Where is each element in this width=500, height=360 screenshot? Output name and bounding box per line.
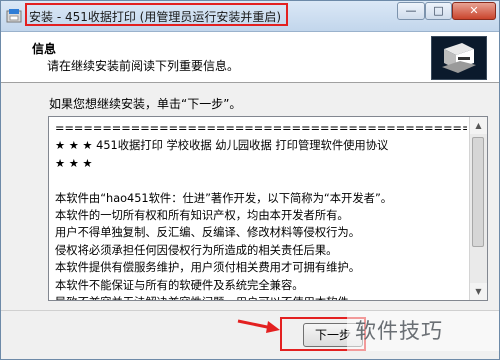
maximize-button[interactable]: □ <box>425 2 452 20</box>
license-text: ========================================… <box>55 120 467 300</box>
intro-text: 如果您想继续安装，单击“下一步”。 <box>49 97 242 111</box>
scroll-thumb[interactable] <box>472 137 484 247</box>
installer-window: 安装 - 451收据打印 (用管理员运行安装并重启) — □ ✕ 信息 请在继续… <box>0 0 500 360</box>
license-line: 侵权将必须承担任何因侵权行为所造成的相关责任后果。 <box>55 243 338 257</box>
license-line: 本软件提供有偿服务维护，用户须付相关费用才可拥有维护。 <box>55 261 361 275</box>
license-line: 本软件由“hao451软件：仕进”著作开发，以下简称为“本开发者”。 <box>55 191 393 205</box>
license-line: ========================================… <box>55 122 467 135</box>
scroll-down-icon[interactable]: ▼ <box>470 283 487 300</box>
title-bar[interactable]: 安装 - 451收据打印 (用管理员运行安装并重启) — □ ✕ <box>1 1 499 32</box>
page-title: 信息 <box>32 42 57 56</box>
close-button[interactable]: ✕ <box>452 2 496 20</box>
license-line <box>55 172 467 189</box>
scroll-up-icon[interactable]: ▲ <box>470 117 487 134</box>
printer-logo-icon <box>431 36 487 80</box>
license-line: 导致不兼容并无法解决兼容性问题，用户可以不使用本软件。 <box>55 294 467 300</box>
license-scrollbar[interactable]: ▲ ▼ <box>469 117 487 300</box>
watermark-text: 软件技巧 <box>347 311 499 351</box>
title-highlight-box <box>25 3 288 26</box>
license-line: 本软件不能保证与所有的软硬件及系统完全兼容。 <box>55 278 304 292</box>
license-line: ★ ★ ★ <box>55 156 93 170</box>
minimize-button[interactable]: — <box>397 2 425 20</box>
license-line: 本软件的一切所有权和所有知识产权，均由本开发者所有。 <box>55 209 349 223</box>
page-subtitle: 请在继续安装前阅读下列重要信息。 <box>47 59 240 73</box>
wizard-header: 信息 请在继续安装前阅读下列重要信息。 <box>1 32 499 83</box>
license-textbox[interactable]: ========================================… <box>48 116 488 301</box>
pointer-arrow-icon <box>237 319 280 333</box>
installer-app-icon <box>6 9 22 23</box>
license-line: 用户不得单独复制、反汇编、反编译、修改材料等侵权行为。 <box>55 226 361 240</box>
license-line: ★ ★ ★ 451收据打印 学校收据 幼儿园收据 打印管理软件使用协议 <box>55 139 389 153</box>
